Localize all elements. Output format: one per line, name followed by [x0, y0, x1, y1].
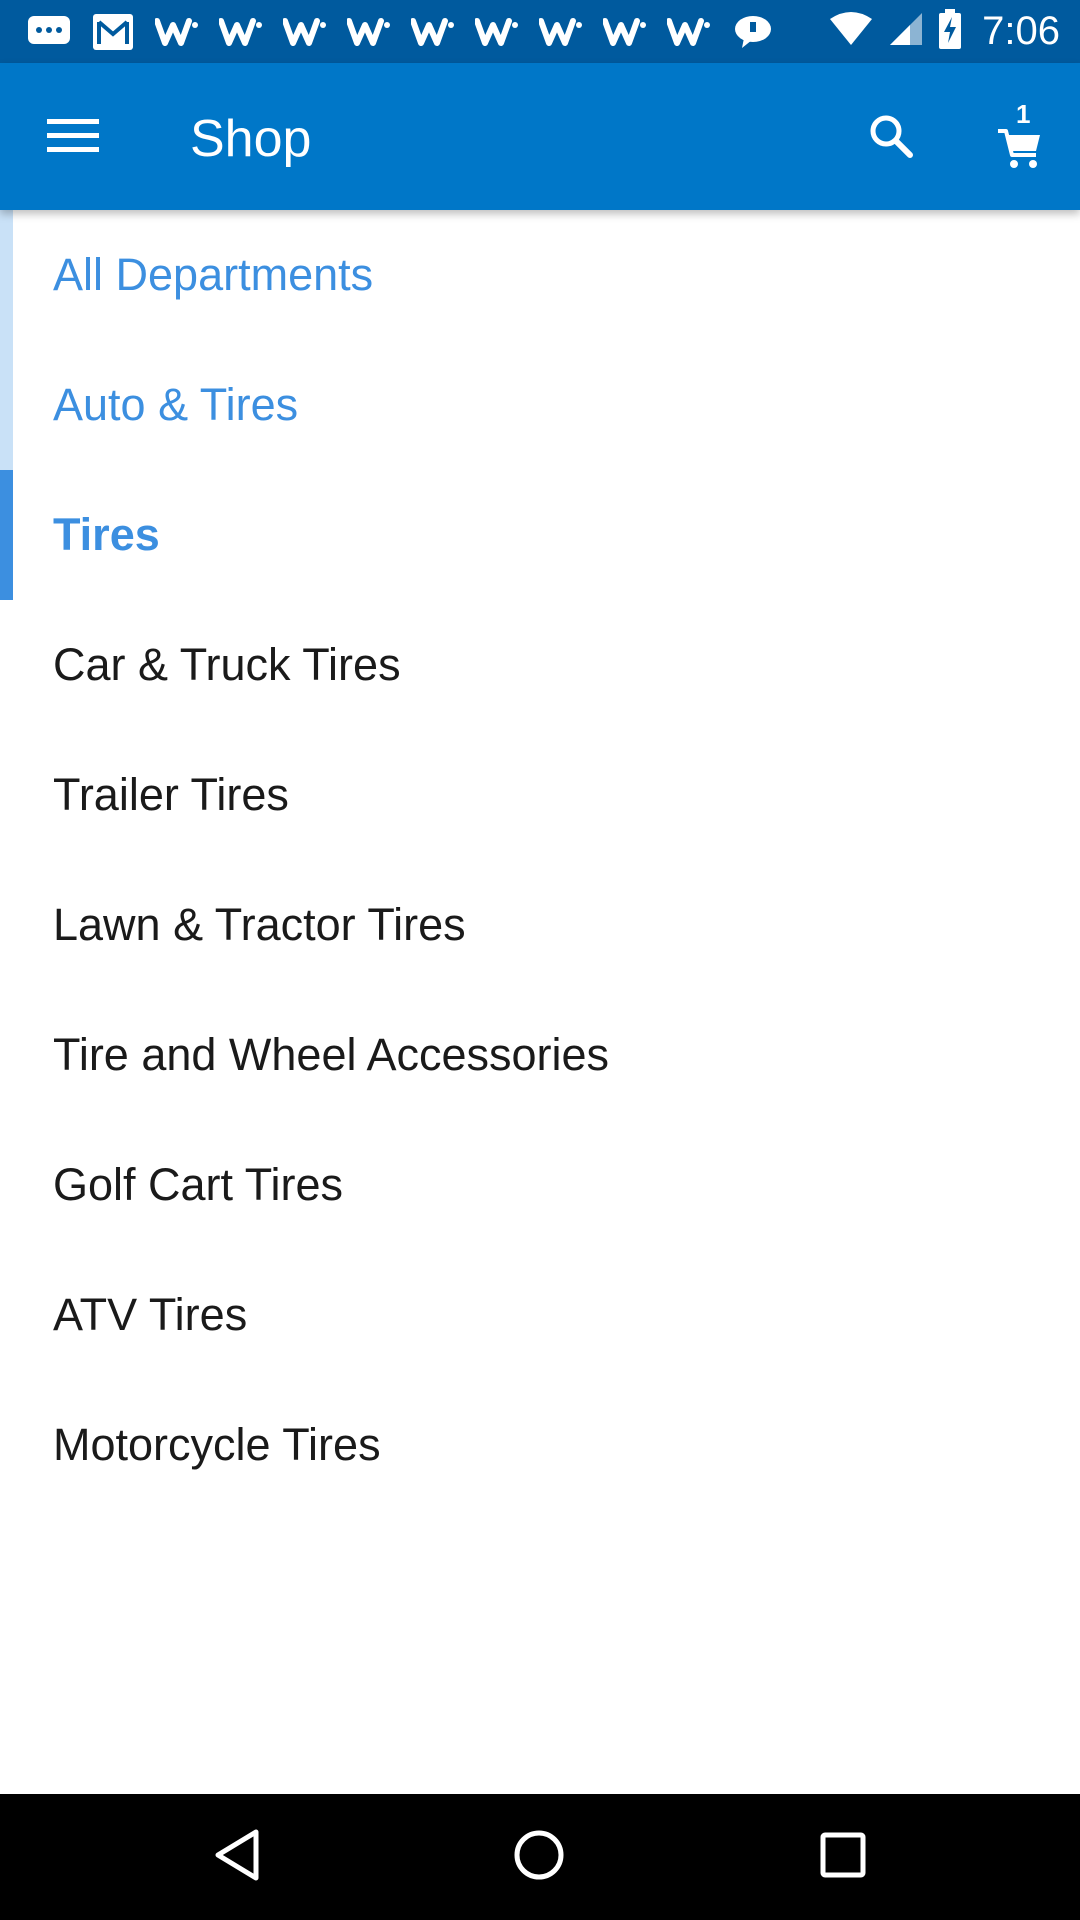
notification-icons: [24, 12, 828, 52]
system-nav-bar: [0, 1794, 1080, 1920]
back-button[interactable]: [204, 1824, 270, 1890]
chat-bubble-icon: [24, 12, 74, 52]
battery-charging-icon: [938, 9, 962, 54]
walmart-icon: [600, 12, 650, 52]
app-bar: Shop 1: [0, 63, 1080, 210]
list-item-motorcycle-tires[interactable]: Motorcycle Tires: [0, 1380, 1080, 1510]
recents-button[interactable]: [810, 1824, 876, 1890]
breadcrumb-all-departments[interactable]: All Departments: [0, 210, 1080, 340]
cell-signal-icon: [888, 11, 924, 52]
walmart-icon: [152, 12, 202, 52]
hamburger-menu-icon: [47, 117, 99, 160]
menu-button[interactable]: [38, 103, 108, 173]
recents-icon: [818, 1830, 868, 1885]
list-item-car-truck-tires[interactable]: Car & Truck Tires: [0, 600, 1080, 730]
status-time: 7:06: [982, 9, 1060, 53]
cart-count-badge: 1: [1016, 99, 1031, 129]
walmart-icon: [344, 12, 394, 52]
home-icon: [512, 1828, 566, 1887]
gmail-icon: [88, 12, 138, 52]
search-button[interactable]: [856, 103, 926, 173]
walmart-icon: [664, 12, 714, 52]
walmart-icon: [280, 12, 330, 52]
list-item-trailer-tires[interactable]: Trailer Tires: [0, 730, 1080, 860]
list-item-golf-cart-tires[interactable]: Golf Cart Tires: [0, 1120, 1080, 1250]
walmart-icon: [472, 12, 522, 52]
category-list: All Departments Auto & Tires Tires Car &…: [0, 210, 1080, 1510]
home-button[interactable]: [506, 1824, 572, 1890]
walmart-icon: [216, 12, 266, 52]
wifi-icon: [828, 11, 874, 52]
list-item-atv-tires[interactable]: ATV Tires: [0, 1250, 1080, 1380]
message-icon: [728, 12, 778, 52]
system-status: 7:06: [828, 9, 1060, 54]
walmart-icon: [408, 12, 458, 52]
current-category-tires[interactable]: Tires: [0, 470, 1080, 600]
breadcrumb-auto-and-tires[interactable]: Auto & Tires: [0, 340, 1080, 470]
page-title: Shop: [190, 110, 312, 168]
back-icon: [212, 1828, 262, 1887]
search-icon: [869, 114, 913, 163]
list-item-tire-wheel-accessories[interactable]: Tire and Wheel Accessories: [0, 990, 1080, 1120]
list-item-lawn-tractor-tires[interactable]: Lawn & Tractor Tires: [0, 860, 1080, 990]
status-bar: 7:06: [0, 0, 1080, 63]
walmart-icon: [536, 12, 586, 52]
